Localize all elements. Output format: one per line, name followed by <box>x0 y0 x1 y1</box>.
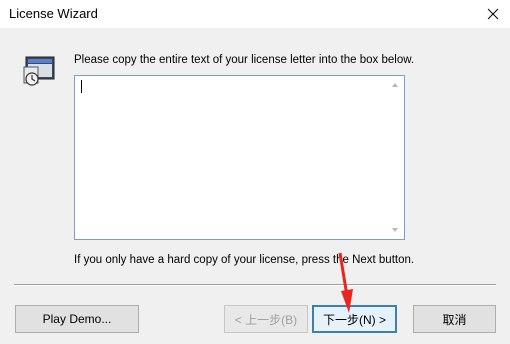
scroll-up-icon[interactable] <box>392 83 398 87</box>
license-wizard-icon <box>23 56 55 86</box>
text-caret <box>81 80 82 93</box>
close-button[interactable] <box>476 0 510 28</box>
divider <box>14 284 496 286</box>
instruction-text: Please copy the entire text of your lice… <box>74 54 415 66</box>
scroll-down-icon[interactable] <box>392 228 398 232</box>
back-button[interactable]: < 上一步(B) <box>224 305 308 333</box>
license-text-area[interactable] <box>74 75 405 240</box>
next-button[interactable]: 下一步(N) > <box>312 305 397 333</box>
title-bar: License Wizard <box>0 0 510 28</box>
close-icon <box>487 8 499 20</box>
hint-text: If you only have a hard copy of your lic… <box>74 254 415 266</box>
cancel-button[interactable]: 取消 <box>413 305 496 333</box>
vertical-scrollbar[interactable] <box>387 76 404 239</box>
window-title: License Wizard <box>9 6 98 21</box>
play-demo-button[interactable]: Play Demo... <box>15 305 139 333</box>
